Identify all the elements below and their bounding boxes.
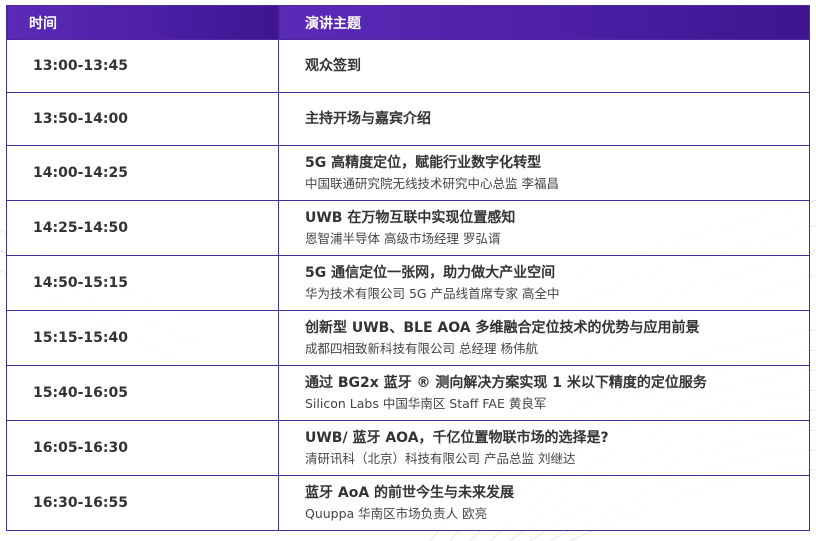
topic-speaker: 华为技术有限公司 5G 产品线首席专家 高全中 <box>305 285 560 301</box>
row-topic: UWB 在万物互联中实现位置感知 恩智浦半导体 高级市场经理 罗弘谞 <box>278 200 810 256</box>
row-time: 16:05-16:30 <box>6 420 279 476</box>
table-row: 16:05-16:30 UWB/ 蓝牙 AOA，千亿位置物联市场的选择是? 清研… <box>6 420 810 476</box>
agenda-table: 时间 演讲主题 13:00-13:45 观众签到 13:50-14:00 主持开… <box>6 5 810 531</box>
row-topic: 蓝牙 AoA 的前世今生与未来发展 Quuppa 华南区市场负责人 欧亮 <box>278 475 810 531</box>
row-topic: 5G 高精度定位，赋能行业数字化转型 中国联通研究院无线技术研究中心总监 李福昌 <box>278 145 810 201</box>
row-time: 15:15-15:40 <box>6 310 279 366</box>
topic-title: 5G 通信定位一张网，助力做大产业空间 <box>305 264 556 281</box>
topic-speaker: Quuppa 华南区市场负责人 欧亮 <box>305 505 488 521</box>
table-row: 14:50-15:15 5G 通信定位一张网，助力做大产业空间 华为技术有限公司… <box>6 255 810 311</box>
table-row: 15:15-15:40 创新型 UWB、BLE AOA 多维融合定位技术的优势与… <box>6 310 810 366</box>
topic-title: UWB 在万物互联中实现位置感知 <box>305 209 516 226</box>
row-time: 14:50-15:15 <box>6 255 279 311</box>
header-topic: 演讲主题 <box>278 5 810 40</box>
table-row: 13:50-14:00 主持开场与嘉宾介绍 <box>6 92 810 146</box>
topic-speaker: 清研讯科（北京）科技有限公司 产品总监 刘继达 <box>305 450 576 466</box>
topic-title: 蓝牙 AoA 的前世今生与未来发展 <box>305 484 515 501</box>
topic-title: 5G 高精度定位，赋能行业数字化转型 <box>305 154 542 171</box>
row-topic: 通过 BG2x 蓝牙 ® 测向解决方案实现 1 米以下精度的定位服务 Silic… <box>278 365 810 421</box>
row-time: 15:40-16:05 <box>6 365 279 421</box>
row-time: 14:25-14:50 <box>6 200 279 256</box>
row-topic: 创新型 UWB、BLE AOA 多维融合定位技术的优势与应用前景 成都四相致新科… <box>278 310 810 366</box>
topic-speaker: 中国联通研究院无线技术研究中心总监 李福昌 <box>305 175 559 191</box>
table-row: 14:00-14:25 5G 高精度定位，赋能行业数字化转型 中国联通研究院无线… <box>6 145 810 201</box>
table-row: 14:25-14:50 UWB 在万物互联中实现位置感知 恩智浦半导体 高级市场… <box>6 200 810 256</box>
row-time: 13:00-13:45 <box>6 39 279 93</box>
topic-title: 观众签到 <box>305 58 361 74</box>
row-topic: UWB/ 蓝牙 AOA，千亿位置物联市场的选择是? 清研讯科（北京）科技有限公司… <box>278 420 810 476</box>
topic-speaker: 恩智浦半导体 高级市场经理 罗弘谞 <box>305 230 501 246</box>
topic-title: UWB/ 蓝牙 AOA，千亿位置物联市场的选择是? <box>305 429 609 446</box>
table-row: 16:30-16:55 蓝牙 AoA 的前世今生与未来发展 Quuppa 华南区… <box>6 475 810 531</box>
row-time: 16:30-16:55 <box>6 475 279 531</box>
row-topic: 5G 通信定位一张网，助力做大产业空间 华为技术有限公司 5G 产品线首席专家 … <box>278 255 810 311</box>
table-row: 15:40-16:05 通过 BG2x 蓝牙 ® 测向解决方案实现 1 米以下精… <box>6 365 810 421</box>
topic-speaker: Silicon Labs 中国华南区 Staff FAE 黄良军 <box>305 395 547 411</box>
row-topic: 观众签到 <box>278 39 810 93</box>
topic-title: 通过 BG2x 蓝牙 ® 测向解决方案实现 1 米以下精度的定位服务 <box>305 374 707 391</box>
header-time: 时间 <box>6 5 279 40</box>
topic-title: 创新型 UWB、BLE AOA 多维融合定位技术的优势与应用前景 <box>305 319 700 336</box>
topic-title: 主持开场与嘉宾介绍 <box>305 111 431 127</box>
row-topic: 主持开场与嘉宾介绍 <box>278 92 810 146</box>
row-time: 13:50-14:00 <box>6 92 279 146</box>
table-header-row: 时间 演讲主题 <box>6 5 810 40</box>
row-time: 14:00-14:25 <box>6 145 279 201</box>
topic-speaker: 成都四相致新科技有限公司 总经理 杨伟航 <box>305 340 538 356</box>
table-row: 13:00-13:45 观众签到 <box>6 39 810 93</box>
